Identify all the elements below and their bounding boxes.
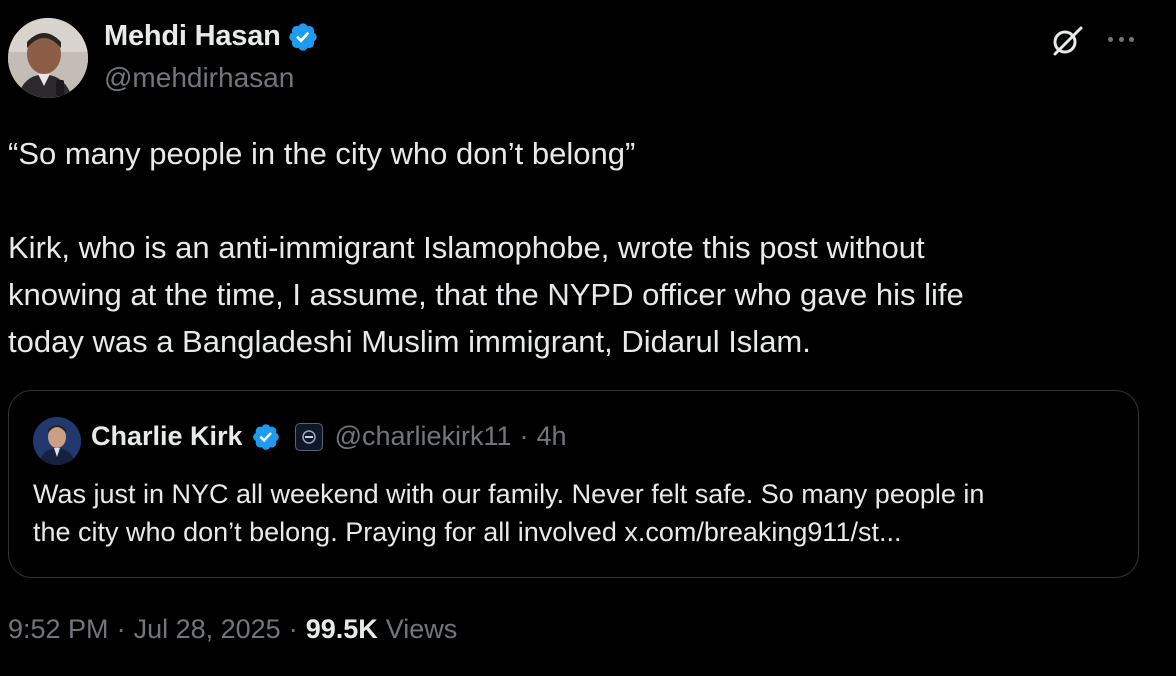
quoted-tweet-text: Was just in NYC all weekend with our fam… (33, 475, 1123, 551)
tweet-text: “So many people in the city who don’t be… (8, 130, 1148, 365)
grok-icon[interactable] (1048, 22, 1086, 60)
quoted-tweet-header: Charlie Kirk @charliekirk11 · 4h (91, 421, 567, 452)
tweet: Mehdi Hasan @mehdirhasan “So many people… (0, 0, 1176, 676)
quoted-tweet-line: Was just in NYC all weekend with our fam… (33, 479, 985, 509)
tweet-time[interactable]: 9:52 PM (8, 614, 109, 645)
verified-badge-icon (289, 22, 317, 51)
tweet-line: Kirk, who is an anti-immigrant Islamopho… (8, 230, 925, 265)
separator-dot: · (116, 614, 126, 644)
quoted-author-name[interactable]: Charlie Kirk (91, 421, 243, 452)
author-name-row[interactable]: Mehdi Hasan (104, 20, 319, 53)
tweet-paragraph-gap (8, 177, 1148, 224)
verified-badge-icon (252, 423, 279, 450)
more-dot (1118, 36, 1124, 42)
quoted-tweet-time[interactable]: 4h (537, 421, 567, 452)
author-avatar[interactable] (8, 18, 88, 98)
author-handle[interactable]: @mehdirhasan (104, 62, 294, 94)
views-label[interactable]: Views (386, 614, 458, 645)
tweet-line: today was a Bangladeshi Muslim immigrant… (8, 324, 811, 359)
affiliation-badge-icon[interactable] (294, 422, 323, 451)
separator-dot: · (519, 421, 529, 451)
separator-dot: · (288, 614, 298, 644)
more-dot (1108, 36, 1113, 42)
more-options-icon[interactable] (1104, 26, 1138, 52)
author-name[interactable]: Mehdi Hasan (104, 20, 281, 53)
quoted-tweet-line: the city who don’t belong. Praying for a… (33, 517, 902, 547)
quoted-author-handle[interactable]: @charliekirk11 (335, 421, 512, 452)
views-count[interactable]: 99.5K (306, 614, 378, 645)
tweet-meta: 9:52 PM · Jul 28, 2025 · 99.5K Views (8, 614, 457, 645)
tweet-line: “So many people in the city who don’t be… (8, 136, 636, 171)
quoted-author-avatar[interactable] (33, 417, 81, 465)
quoted-tweet-card[interactable]: Charlie Kirk @charliekirk11 · 4h Was jus… (8, 390, 1139, 578)
tweet-date[interactable]: Jul 28, 2025 (134, 614, 281, 645)
tweet-line: knowing at the time, I assume, that the … (8, 277, 964, 312)
more-dot (1129, 36, 1134, 42)
